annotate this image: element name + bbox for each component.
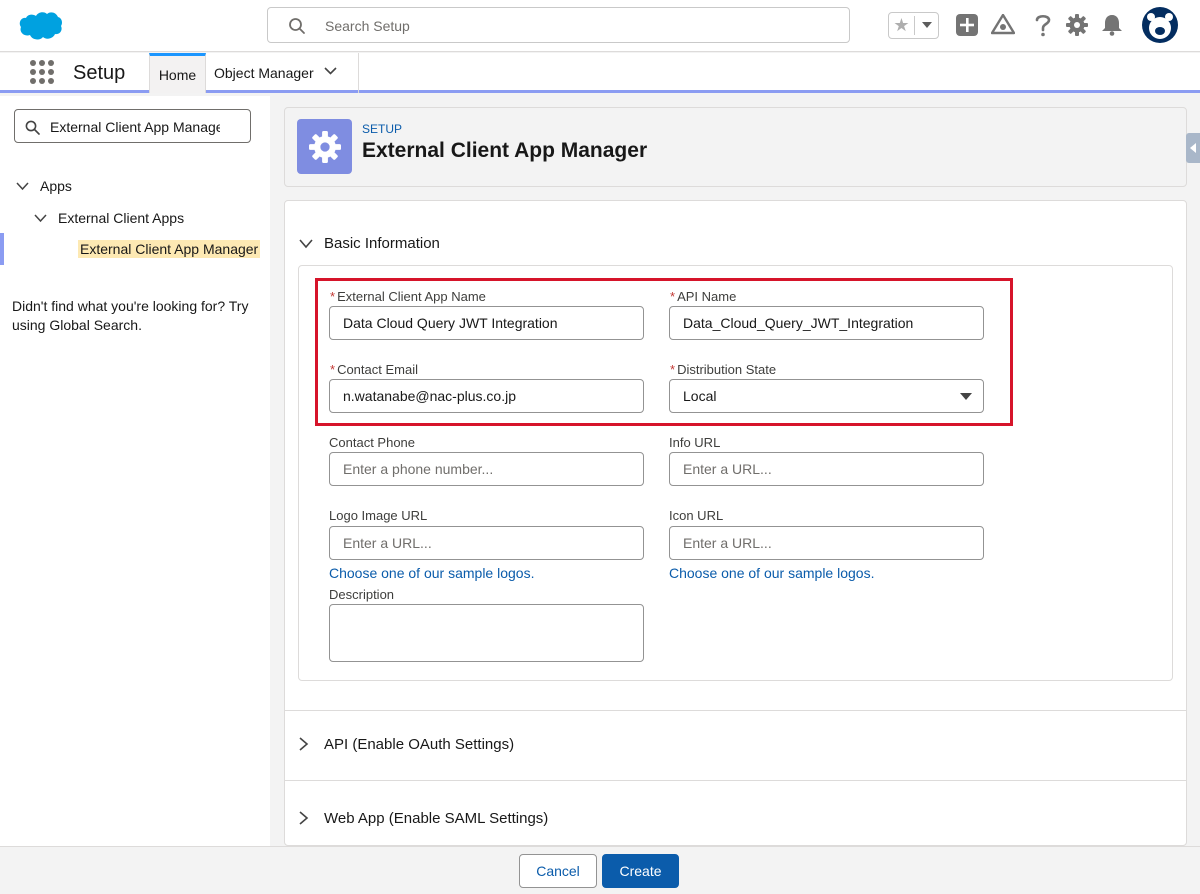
trailhead-icon bbox=[991, 14, 1015, 35]
tree-item-label: External Client Apps bbox=[58, 210, 185, 226]
app-name: Setup bbox=[73, 62, 126, 84]
notifications-button[interactable] bbox=[1099, 12, 1125, 38]
chevron-down-icon bbox=[16, 182, 29, 191]
chevron-right-icon bbox=[299, 811, 309, 825]
not-found-hint: Didn't find what you're looking for? Try… bbox=[12, 298, 249, 333]
tree-item-external-client-app-manager[interactable]: External Client App Manager bbox=[0, 233, 270, 265]
panel-collapse-handle[interactable] bbox=[1186, 133, 1200, 163]
info-url-label: Info URL bbox=[669, 435, 721, 450]
divider bbox=[285, 780, 1186, 781]
context-bar: Setup Home Object Manager bbox=[0, 53, 1200, 93]
setup-sidebar: External Client App Manager Apps Externa… bbox=[0, 96, 270, 846]
sample-icons-link[interactable]: Choose one of our sample logos. bbox=[669, 565, 874, 581]
contact-phone-input[interactable]: Enter a phone number... bbox=[329, 452, 644, 486]
tab-home[interactable]: Home bbox=[149, 53, 206, 93]
chevron-down-icon bbox=[34, 214, 47, 223]
icon-url-label: Icon URL bbox=[669, 508, 724, 523]
app-launcher-icon[interactable] bbox=[29, 59, 55, 85]
tree-item-label: Apps bbox=[40, 178, 72, 194]
add-icon bbox=[956, 14, 978, 36]
icon-url-input[interactable]: Enter a URL... bbox=[669, 526, 984, 560]
global-search-input[interactable]: Search Setup bbox=[267, 7, 850, 43]
info-url-input[interactable]: Enter a URL... bbox=[669, 452, 984, 486]
favorites-dropdown-button[interactable] bbox=[915, 13, 939, 38]
chevron-down-icon[interactable] bbox=[324, 67, 337, 75]
setup-page-icon bbox=[297, 119, 352, 174]
description-textarea[interactable] bbox=[329, 604, 644, 662]
create-button[interactable]: Create bbox=[602, 854, 679, 888]
search-placeholder: Search Setup bbox=[325, 18, 410, 34]
section-title: API (Enable OAuth Settings) bbox=[324, 736, 515, 753]
page-eyebrow: SETUP bbox=[362, 122, 403, 136]
quick-find-value: External Client App Manager bbox=[50, 119, 220, 135]
sample-logos-link[interactable]: Choose one of our sample logos. bbox=[329, 565, 534, 581]
favorites-group: ★ bbox=[888, 12, 939, 39]
gear-icon bbox=[308, 130, 341, 163]
gear-icon bbox=[1066, 14, 1088, 36]
chevron-left-icon bbox=[1190, 143, 1196, 153]
section-title: Basic Information bbox=[324, 235, 440, 252]
page-header: SETUP External Client App Manager bbox=[284, 107, 1187, 187]
chevron-down-icon bbox=[299, 239, 313, 249]
salesforce-logo[interactable] bbox=[17, 10, 63, 42]
search-icon bbox=[25, 120, 40, 135]
global-header: Search Setup ★ bbox=[0, 0, 1200, 52]
bell-icon bbox=[1102, 15, 1122, 36]
quick-find-input[interactable]: External Client App Manager bbox=[14, 109, 251, 143]
setup-gear-button[interactable] bbox=[1064, 12, 1090, 38]
avatar[interactable] bbox=[1142, 7, 1178, 43]
add-button[interactable] bbox=[954, 12, 980, 38]
tab-object-manager[interactable]: Object Manager bbox=[206, 53, 359, 93]
trailhead-button[interactable] bbox=[990, 12, 1016, 38]
help-icon bbox=[1035, 14, 1051, 37]
tree-item-label: External Client App Manager bbox=[78, 240, 261, 258]
chevron-right-icon bbox=[299, 737, 309, 751]
help-button[interactable] bbox=[1030, 12, 1056, 38]
section-title: Web App (Enable SAML Settings) bbox=[324, 810, 549, 827]
favorites-star-icon[interactable]: ★ bbox=[889, 13, 914, 38]
cancel-button[interactable]: Cancel bbox=[519, 854, 597, 888]
tab-object-manager-label: Object Manager bbox=[214, 65, 314, 81]
search-icon bbox=[289, 18, 305, 34]
footer-actions: Cancel Create bbox=[0, 846, 1200, 894]
logo-url-input[interactable]: Enter a URL... bbox=[329, 526, 644, 560]
divider bbox=[285, 710, 1186, 711]
contact-phone-label: Contact Phone bbox=[329, 435, 416, 450]
highlight-annotation bbox=[315, 278, 1013, 426]
chevron-down-icon bbox=[922, 22, 932, 28]
logo-url-label: Logo Image URL bbox=[329, 508, 428, 523]
description-label: Description bbox=[329, 587, 395, 602]
page-title: External Client App Manager bbox=[362, 139, 648, 162]
